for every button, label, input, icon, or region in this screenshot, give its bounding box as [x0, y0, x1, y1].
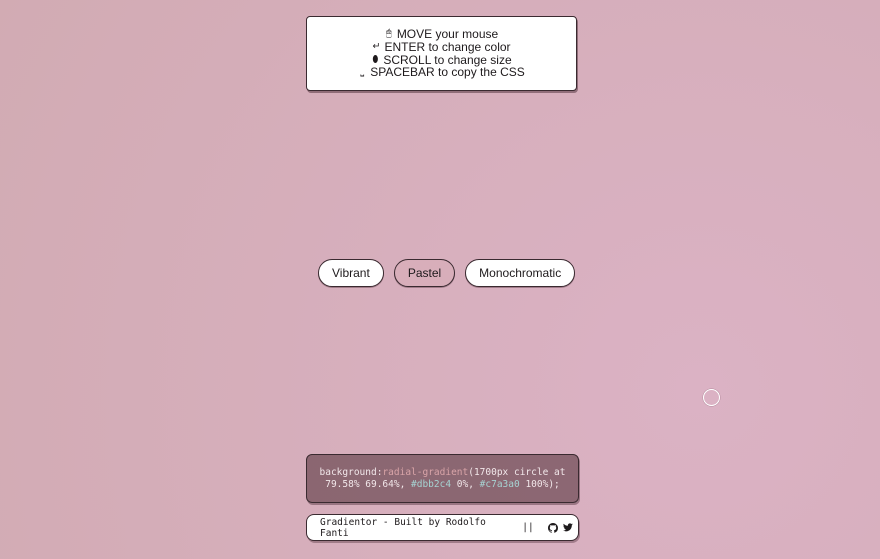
- instruction-enter-text: ENTER to change color: [384, 39, 511, 54]
- css-code: background:radial-gradient(1700px circle…: [307, 467, 578, 491]
- footer-credit: Gradientor - Built by Rodolfo Fanti: [320, 516, 486, 539]
- css-property: background:: [319, 466, 383, 478]
- css-function: radial-gradient: [382, 466, 469, 478]
- css-color-start: #dbb2c4: [411, 478, 452, 490]
- palette-monochromatic-button[interactable]: Monochromatic: [465, 259, 576, 287]
- css-output-box[interactable]: background:radial-gradient(1700px circle…: [306, 454, 579, 503]
- enter-key-icon: ↵: [372, 40, 381, 52]
- css-stop-start: 0%,: [451, 478, 480, 490]
- twitter-icon[interactable]: [563, 522, 574, 534]
- spacebar-icon: ⎵: [360, 66, 365, 78]
- css-stop-end: 100%);: [519, 478, 560, 490]
- instructions-panel: 🖱 MOVE your mouse ↵ ENTER to change colo…: [306, 16, 577, 91]
- footer: Gradientor - Built by Rodolfo Fanti ||: [306, 514, 579, 541]
- css-color-end: #c7a3a0: [479, 478, 520, 490]
- palette-vibrant-button[interactable]: Vibrant: [318, 259, 384, 287]
- instruction-enter: ↵ ENTER to change color: [372, 41, 510, 54]
- palette-pastel-button[interactable]: Pastel: [393, 259, 456, 287]
- footer-separator: ||: [522, 522, 534, 533]
- instruction-spacebar: ⎵ SPACEBAR to copy the CSS: [358, 65, 525, 80]
- gradient-cursor-handle[interactable]: [703, 389, 720, 406]
- instruction-spacebar-text: SPACEBAR to copy the CSS: [370, 65, 525, 80]
- github-icon[interactable]: [548, 522, 559, 534]
- palette-selector: Vibrant Pastel Monochromatic: [318, 259, 576, 287]
